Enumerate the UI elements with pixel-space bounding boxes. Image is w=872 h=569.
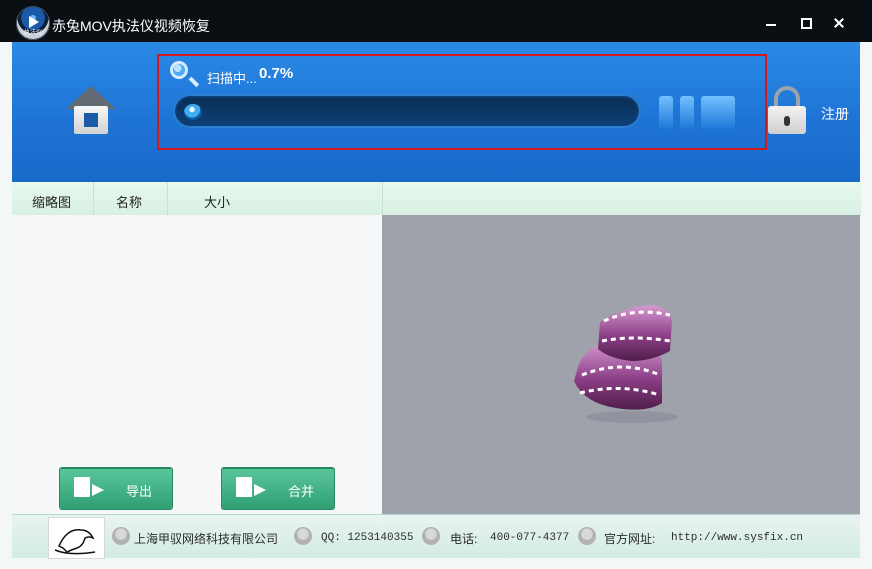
preview-pane (382, 215, 860, 514)
app-icon-badge: 执法仪 (23, 29, 42, 36)
export-button-label: 导出 (126, 484, 153, 499)
register-link[interactable]: 注册 (821, 104, 849, 124)
phone-number: 400-077-4377 (490, 532, 570, 544)
scan-panel: 扫描中... 0.7% (157, 54, 767, 150)
merge-button-label: 合并 (288, 484, 315, 499)
merge-icon (236, 477, 266, 499)
export-button[interactable]: 导出 (60, 468, 172, 509)
column-thumbnail[interactable]: 缩略图 (32, 192, 71, 211)
scan-progress-bar (177, 98, 637, 124)
minimize-button[interactable] (762, 14, 780, 32)
close-button[interactable] (830, 14, 848, 32)
company-name: 上海甲驭网络科技有限公司 (134, 532, 279, 546)
column-divider (93, 182, 94, 215)
app-icon: 执法仪 (16, 6, 50, 40)
pause-icon (659, 96, 673, 129)
horse-logo-icon (54, 529, 96, 555)
website-label: 官方网址: (604, 532, 656, 546)
column-name[interactable]: 名称 (116, 192, 142, 211)
home-icon-door (84, 113, 98, 127)
preview-header (382, 182, 861, 216)
qq-number: QQ: 1253140355 (321, 532, 414, 544)
website-link[interactable]: http://www.sysfix.cn (671, 532, 803, 544)
pause-icon-right (680, 96, 694, 129)
company-logo (48, 517, 105, 559)
qq-icon (294, 527, 312, 545)
file-list-header: 缩略图 名称 大小 (12, 182, 382, 216)
merge-button[interactable]: 合并 (222, 468, 334, 509)
window-title: 赤兔MOV执法仪视频恢复 (52, 18, 210, 34)
register-lock-button[interactable] (768, 86, 806, 134)
export-icon (74, 477, 104, 499)
company-icon (112, 527, 130, 545)
progress-knob (184, 104, 202, 120)
column-divider (167, 182, 168, 215)
phone-label: 电话: (450, 532, 478, 546)
footer-bar: 上海甲驭网络科技有限公司 QQ: 1253140355 电话: 400-077-… (12, 514, 860, 559)
scan-percent: 0.7% (259, 65, 294, 82)
column-size[interactable]: 大小 (204, 192, 230, 211)
pause-button[interactable] (659, 96, 695, 129)
header-panel: 扫描中... 0.7% 注册 (12, 42, 860, 182)
maximize-button[interactable] (796, 14, 814, 32)
stop-button[interactable] (701, 96, 735, 129)
search-icon (169, 60, 200, 88)
lock-icon-keyhole (784, 116, 790, 126)
play-icon (29, 16, 39, 28)
window-controls (762, 14, 848, 32)
app-window: 执法仪 赤兔MOV执法仪视频恢复 扫描中... 0.7% 注册 缩略图 名称 大… (0, 0, 872, 569)
title-bar: 执法仪 赤兔MOV执法仪视频恢复 (0, 0, 872, 42)
scan-status-label: 扫描中... (207, 71, 257, 86)
film-reel-icon (574, 305, 678, 423)
home-button[interactable] (66, 86, 116, 138)
phone-icon (422, 527, 440, 545)
globe-icon (578, 527, 596, 545)
